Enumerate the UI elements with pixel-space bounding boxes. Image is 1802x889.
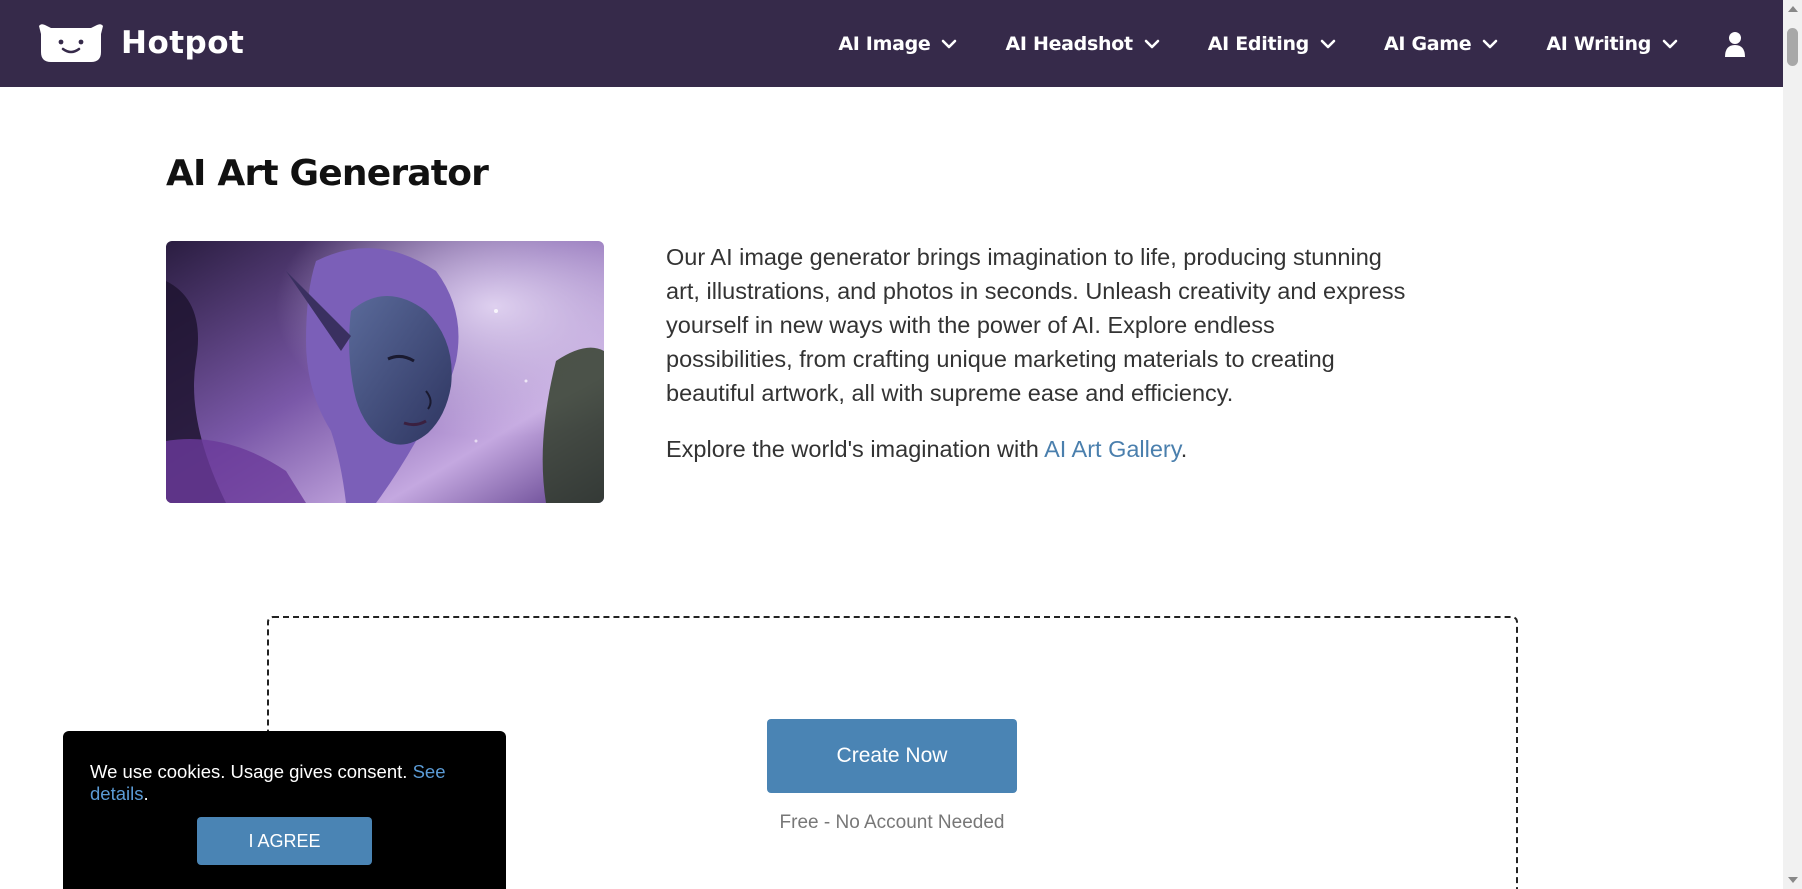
chevron-down-icon [1662, 39, 1678, 48]
nav-item-ai-editing[interactable]: AI Editing [1208, 33, 1336, 55]
nav-item-label: AI Writing [1546, 32, 1651, 55]
ai-art-gallery-link[interactable]: AI Art Gallery [1044, 436, 1181, 462]
create-now-button[interactable]: Create Now [767, 719, 1017, 793]
page-title: AI Art Generator [166, 153, 489, 194]
nav-item-label: AI Game [1383, 32, 1472, 55]
nav-item-ai-headshot[interactable]: AI Headshot [1005, 32, 1160, 55]
free-note-text: Free - No Account Needed [779, 812, 1005, 833]
top-navbar: Hotpot AI Image AI Headshot AI Editing A… [0, 0, 1783, 87]
nav-item-ai-game[interactable]: AI Game [1384, 33, 1498, 55]
page-scrollbar[interactable] [1783, 0, 1802, 889]
cookie-banner: We use cookies. Usage gives consent. See… [63, 731, 506, 889]
intro-section: Our AI image generator brings imaginatio… [666, 240, 1406, 488]
gallery-prefix-text: Explore the world's imagination with [666, 436, 1045, 462]
nav-item-label: AI Editing [1207, 32, 1310, 55]
cookie-message: We use cookies. Usage gives consent. See… [90, 761, 506, 805]
nav-menu: AI Image AI Headshot AI Editing AI Game … [790, 0, 1783, 87]
scroll-up-arrow-icon[interactable] [1788, 6, 1798, 12]
scroll-thumb[interactable] [1787, 28, 1798, 66]
scroll-down-arrow-icon[interactable] [1788, 877, 1798, 883]
chevron-down-icon [942, 39, 957, 48]
gallery-paragraph: Explore the world's imagination with AI … [666, 432, 1406, 466]
nav-item-label: AI Headshot [1005, 32, 1133, 55]
nav-item-ai-writing[interactable]: AI Writing [1546, 33, 1678, 55]
hotpot-mascot-icon [39, 24, 103, 62]
nav-item-ai-image[interactable]: AI Image [838, 33, 957, 55]
gallery-suffix-text: . [1180, 436, 1188, 462]
user-account-icon[interactable] [1724, 31, 1746, 57]
intro-paragraph: Our AI image generator brings imaginatio… [666, 244, 1406, 406]
chevron-down-icon [1483, 39, 1498, 48]
hero-artwork-image [166, 241, 604, 503]
nav-item-label: AI Image [838, 32, 931, 55]
chevron-down-icon [1144, 39, 1160, 48]
cookie-text: We use cookies. Usage gives consent. [90, 761, 413, 782]
brand-name: Hotpot [121, 25, 245, 61]
hotpot-logo[interactable]: Hotpot [37, 22, 244, 64]
cookie-suffix: . [143, 783, 149, 804]
cookie-agree-button[interactable]: I AGREE [197, 817, 372, 865]
chevron-down-icon [1320, 39, 1336, 48]
